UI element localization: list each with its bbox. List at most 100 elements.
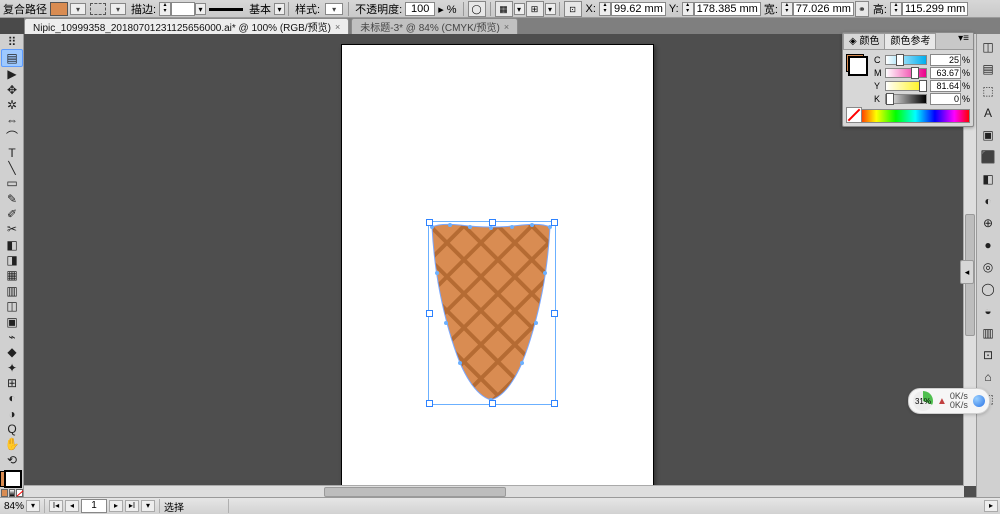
tool-21[interactable]: ⊞ bbox=[2, 375, 22, 390]
align-button[interactable]: ▦ bbox=[495, 1, 513, 17]
spectrum-bar[interactable] bbox=[846, 109, 970, 123]
h-field[interactable]: 115.299 mm bbox=[902, 2, 968, 16]
stroke-weight-stepper[interactable]: ▴▾ bbox=[159, 2, 171, 16]
tool-17[interactable]: ▣ bbox=[2, 314, 22, 329]
tab-close-icon[interactable]: × bbox=[504, 22, 509, 32]
tool-20[interactable]: ✦ bbox=[2, 360, 22, 375]
recolor-button[interactable]: ◯ bbox=[468, 1, 486, 17]
align-dropdown[interactable]: ▾ bbox=[514, 3, 525, 15]
tool-16[interactable]: ◫ bbox=[2, 299, 22, 314]
doc-tab-active[interactable]: Nipic_10999358_20180701231125656000.ai* … bbox=[24, 18, 349, 34]
stroke-weight-field[interactable] bbox=[171, 2, 195, 16]
tool-9[interactable]: ✎ bbox=[2, 191, 22, 206]
panel-tab-color-guide[interactable]: 颜色参考 bbox=[884, 33, 936, 49]
artboard-index-field[interactable]: 1 bbox=[81, 499, 107, 513]
panel-icon-1[interactable]: ▤ bbox=[978, 58, 998, 80]
channel-slider[interactable] bbox=[885, 81, 927, 91]
panel-icon-14[interactable]: ⊡ bbox=[978, 344, 998, 366]
zoom-level-field[interactable]: 84% bbox=[4, 501, 24, 512]
panel-icon-5[interactable]: ⬛ bbox=[978, 146, 998, 168]
tool-2[interactable]: ✥ bbox=[2, 82, 22, 97]
color-panel[interactable]: ◈ 颜色 颜色参考 ▾≡ C25%M63.67%Y81.64%K0% bbox=[842, 32, 974, 127]
fill-stroke-swatch[interactable] bbox=[0, 471, 22, 488]
transform-dropdown[interactable]: ▾ bbox=[545, 3, 556, 15]
panel-icon-13[interactable]: ▥ bbox=[978, 322, 998, 344]
tool-3[interactable]: ✲ bbox=[2, 97, 22, 112]
tool-5[interactable]: ⌒ bbox=[2, 128, 22, 145]
doc-tab-secondary[interactable]: 未标题-3* @ 84% (CMYK/预览) × bbox=[351, 18, 518, 34]
accelerator-icon[interactable] bbox=[973, 395, 985, 407]
tool-25[interactable]: ✋ bbox=[2, 437, 22, 452]
status-scroll-right[interactable]: ▸ bbox=[984, 500, 998, 512]
stroke-dropdown[interactable]: ▾ bbox=[110, 3, 126, 15]
artboard-dropdown[interactable]: ▾ bbox=[141, 500, 155, 512]
y-field[interactable]: 178.385 mm bbox=[694, 2, 761, 16]
panel-icon-12[interactable]: ◒ bbox=[978, 300, 998, 322]
tool-22[interactable]: ◐ bbox=[2, 391, 22, 406]
stroke-preset-dropdown[interactable]: ▾ bbox=[274, 3, 285, 15]
canvas-area[interactable] bbox=[24, 34, 976, 498]
tool-10[interactable]: ✐ bbox=[2, 206, 22, 221]
tool-6[interactable]: T bbox=[2, 145, 22, 160]
tool-12[interactable]: ◧ bbox=[2, 237, 22, 252]
panel-icon-15[interactable]: ⌂ bbox=[978, 366, 998, 388]
ref-point-selector[interactable]: ⊡ bbox=[564, 1, 582, 17]
channel-value-field[interactable]: 0 bbox=[930, 93, 961, 105]
x-field[interactable]: 99.62 mm bbox=[611, 2, 666, 16]
artboard-first-button[interactable]: I◂ bbox=[49, 500, 63, 512]
transform-button[interactable]: ⊞ bbox=[526, 1, 544, 17]
artboard-prev-button[interactable]: ◂ bbox=[65, 500, 79, 512]
none-swatch[interactable] bbox=[846, 107, 862, 123]
stroke-swatch[interactable] bbox=[90, 3, 106, 15]
fill-dropdown[interactable]: ▾ bbox=[70, 3, 86, 15]
tool-24[interactable]: Q bbox=[2, 421, 22, 436]
tool-19[interactable]: ◆ bbox=[2, 345, 22, 360]
tool-13[interactable]: ◨ bbox=[2, 252, 22, 267]
x-stepper[interactable]: ▴▾ bbox=[599, 2, 611, 16]
tool-8[interactable]: ▭ bbox=[2, 176, 22, 191]
panel-menu-icon[interactable]: ▾≡ bbox=[954, 33, 973, 49]
scrollbar-thumb[interactable] bbox=[324, 487, 506, 497]
panel-icon-10[interactable]: ◎ bbox=[978, 256, 998, 278]
panel-tab-color[interactable]: ◈ 颜色 bbox=[843, 33, 885, 49]
tool-23[interactable]: ◑ bbox=[2, 406, 22, 421]
panel-collapse-button[interactable]: ◂ bbox=[960, 260, 974, 284]
channel-slider[interactable] bbox=[885, 68, 927, 78]
y-stepper[interactable]: ▴▾ bbox=[682, 2, 694, 16]
tool-0[interactable]: ▤ bbox=[1, 49, 23, 66]
tab-close-icon[interactable]: × bbox=[335, 22, 340, 32]
channel-value-field[interactable]: 81.64 bbox=[930, 80, 961, 92]
artboard-next-button[interactable]: ▸ bbox=[109, 500, 123, 512]
w-field[interactable]: 77.026 mm bbox=[793, 2, 854, 16]
channel-value-field[interactable]: 63.67 bbox=[930, 67, 961, 79]
network-status-pill[interactable]: 31% ▲ 0K/s0K/s bbox=[908, 388, 990, 414]
panel-icon-2[interactable]: ⬚ bbox=[978, 80, 998, 102]
stroke-profile-preview[interactable] bbox=[209, 8, 243, 11]
panel-fill-stroke-swatch[interactable] bbox=[846, 54, 868, 76]
channel-slider[interactable] bbox=[885, 94, 927, 104]
panel-icon-6[interactable]: ◧ bbox=[978, 168, 998, 190]
panel-icon-9[interactable]: ● bbox=[978, 234, 998, 256]
zoom-dropdown[interactable]: ▾ bbox=[26, 500, 40, 512]
panel-icon-11[interactable]: ◯ bbox=[978, 278, 998, 300]
artboard[interactable] bbox=[341, 44, 654, 489]
panel-icon-8[interactable]: ⊕ bbox=[978, 212, 998, 234]
fill-swatch[interactable] bbox=[50, 2, 68, 16]
link-wh-button[interactable]: ⚭ bbox=[855, 1, 869, 17]
stroke-weight-dropdown[interactable]: ▾ bbox=[195, 3, 206, 15]
w-stepper[interactable]: ▴▾ bbox=[781, 2, 793, 16]
panel-icon-7[interactable]: ◐ bbox=[978, 190, 998, 212]
artboard-last-button[interactable]: ▸I bbox=[125, 500, 139, 512]
tool-18[interactable]: ⌁ bbox=[2, 329, 22, 344]
tool-7[interactable]: ╲ bbox=[2, 160, 22, 175]
channel-slider[interactable] bbox=[885, 55, 927, 65]
panel-icon-4[interactable]: ▣ bbox=[978, 124, 998, 146]
tool-grip[interactable]: ⠿ bbox=[2, 34, 22, 49]
tool-15[interactable]: ▥ bbox=[2, 283, 22, 298]
h-stepper[interactable]: ▴▾ bbox=[890, 2, 902, 16]
channel-value-field[interactable]: 25 bbox=[930, 54, 961, 66]
panel-icon-0[interactable]: ◫ bbox=[978, 36, 998, 58]
tool-11[interactable]: ✂ bbox=[2, 222, 22, 237]
panel-icon-3[interactable]: A bbox=[978, 102, 998, 124]
tool-4[interactable]: ⇔ bbox=[2, 113, 22, 128]
